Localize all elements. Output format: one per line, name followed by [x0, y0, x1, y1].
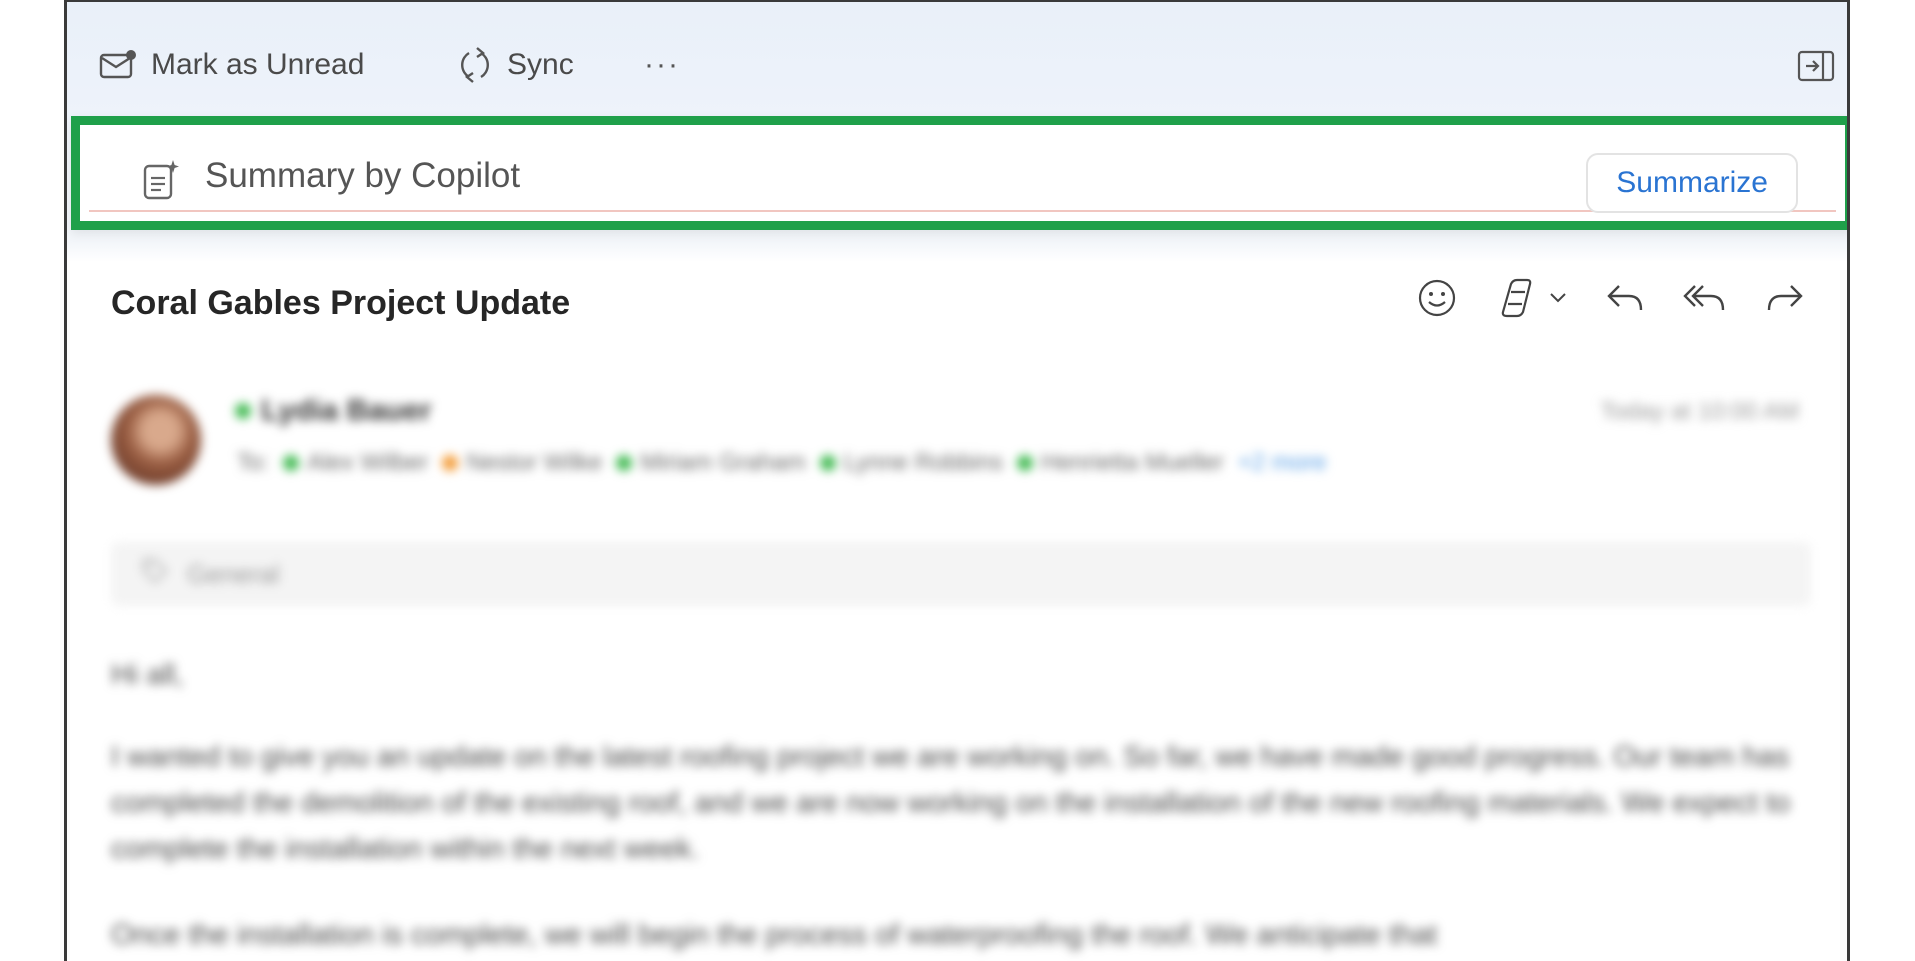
- more-recipients-link[interactable]: +2 more: [1238, 449, 1327, 477]
- copilot-summary-label: Summary by Copilot: [205, 156, 521, 195]
- more-dots-icon: ···: [644, 48, 680, 81]
- tag-icon: [141, 557, 169, 592]
- forward-icon: [1765, 282, 1805, 314]
- message-subject: Coral Gables Project Update: [111, 284, 571, 322]
- sender-row[interactable]: Lydia Bauer: [235, 394, 432, 428]
- mark-as-unread-label: Mark as Unread: [151, 48, 365, 81]
- message-actions: [1417, 278, 1805, 318]
- category-bar[interactable]: General: [111, 542, 1811, 606]
- recipient[interactable]: Lynne Robbins: [819, 449, 1003, 477]
- message-toolbar: Mark as Unread Sync ···: [67, 2, 1847, 120]
- recipient-name: Miriam Graham: [640, 449, 806, 476]
- recipient[interactable]: Alex Wilber: [283, 449, 428, 477]
- copilot-summary-bar: Summary by Copilot Summarize: [89, 134, 1836, 213]
- chevron-down-icon: [1549, 292, 1567, 304]
- more-options-button[interactable]: ···: [644, 40, 680, 90]
- copilot-summary-highlight: Summary by Copilot Summarize: [71, 116, 1847, 230]
- recipient[interactable]: Nestor Wilke: [442, 449, 602, 477]
- sender-avatar[interactable]: [111, 395, 201, 485]
- message-body: Hi all, I wanted to give you an update o…: [111, 652, 1811, 961]
- reply-all-button[interactable]: [1683, 282, 1727, 314]
- react-button[interactable]: [1417, 278, 1457, 318]
- reply-icon: [1605, 282, 1645, 314]
- forward-button[interactable]: [1765, 282, 1805, 314]
- message-timestamp: Today at 10:00 AM: [1600, 398, 1799, 425]
- envelope-unread-icon: [99, 49, 137, 81]
- recipient-name: Alex Wilber: [307, 449, 429, 476]
- recipient[interactable]: Henrietta Mueller: [1017, 449, 1224, 477]
- presence-available-icon: [235, 403, 251, 419]
- sync-icon: [457, 45, 493, 85]
- reading-pane: Mark as Unread Sync ··· Summary by Copil…: [64, 0, 1850, 961]
- reply-button[interactable]: [1605, 282, 1645, 314]
- mark-as-unread-button[interactable]: Mark as Unread: [99, 40, 364, 90]
- body-paragraph: Once the installation is complete, we wi…: [111, 919, 1438, 951]
- presence-available-icon: [819, 455, 836, 471]
- body-greeting: Hi all,: [111, 659, 184, 691]
- presence-away-icon: [442, 455, 459, 471]
- presence-available-icon: [1017, 455, 1033, 471]
- sync-button[interactable]: Sync: [457, 40, 574, 90]
- category-label: General: [187, 558, 280, 589]
- copilot-summary-icon: [141, 158, 181, 207]
- recipient-name: Nestor Wilke: [466, 449, 603, 476]
- to-label: To:: [237, 449, 270, 476]
- copilot-menu-button[interactable]: [1495, 278, 1567, 318]
- collapse-pane-button[interactable]: [1797, 50, 1835, 87]
- recipients-row: To: Alex Wilber Nestor Wilke Miriam Grah…: [237, 449, 1326, 477]
- presence-available-icon: [616, 455, 633, 471]
- body-paragraph: I wanted to give you an update on the la…: [111, 741, 1791, 865]
- recipient[interactable]: Miriam Graham: [616, 449, 806, 477]
- recipient-name: Henrietta Mueller: [1041, 449, 1224, 476]
- sync-label: Sync: [507, 48, 574, 81]
- presence-available-icon: [283, 455, 300, 471]
- recipient-name: Lynne Robbins: [843, 449, 1003, 476]
- panel-collapse-icon: [1797, 50, 1835, 86]
- smiley-icon: [1417, 278, 1457, 318]
- reply-all-icon: [1683, 282, 1727, 314]
- sender-name: Lydia Bauer: [261, 394, 432, 427]
- summarize-button[interactable]: Summarize: [1586, 153, 1798, 213]
- copilot-icon: [1495, 278, 1539, 318]
